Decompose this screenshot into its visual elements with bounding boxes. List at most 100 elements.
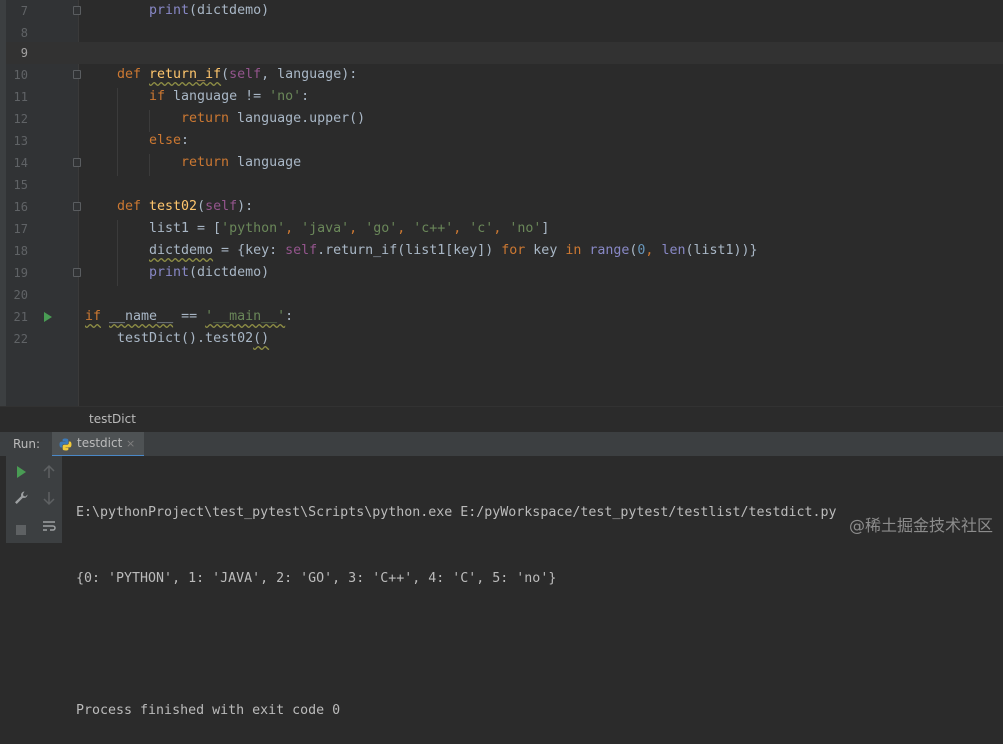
code-line-11[interactable]: 11 if language != 'no': [0,86,1003,108]
fold-end-icon[interactable] [73,6,81,15]
line-number: 16 [13,200,28,214]
comma: , [645,243,662,258]
line-number: 17 [13,222,28,236]
line-number: 9 [20,46,28,60]
function-name: test02 [149,199,198,214]
keyword: return [181,111,238,126]
code-line-18[interactable]: 18 dictdemo = {key: self.return_if(list1… [0,240,1003,262]
code-text: ): [237,199,254,214]
line-number: 18 [13,244,28,258]
dunder-name: __name__ [109,309,174,324]
watermark: @稀土掘金技术社区 [848,516,993,535]
close-icon[interactable]: × [126,432,135,455]
comma: , [285,221,302,236]
run-toolbar [6,456,62,543]
print-builtin: print [149,3,190,18]
string-literal: 'c++' [413,221,454,236]
code-text: (dictdemo) [189,3,270,18]
code-text: testDict().test02 [117,331,254,346]
code-line-21[interactable]: 21 if __name__ == '__main__': [0,306,1003,328]
line-number: 15 [13,178,28,192]
console-line-exit: Process finished with exit code 0 [76,703,341,718]
string-literal: 'python' [221,221,286,236]
code-editor[interactable]: 7 print(dictdemo) 8 9 10 def return_if(s… [0,0,1003,406]
keyword: return [181,155,238,170]
code-line-8[interactable]: 8 [0,22,1003,44]
breadcrumb-item[interactable]: testDict [89,407,136,432]
comma: , [397,221,414,236]
run-tab-label: testdict [77,436,123,450]
fold-icon[interactable] [73,202,81,211]
keyword: if [85,309,102,324]
code-text: = {key: [213,243,286,258]
run-panel-header: Run: testdict × [0,431,1003,457]
breadcrumb[interactable]: testDict [0,406,1003,432]
line-number: 20 [13,288,28,302]
code-line-17[interactable]: 17 list1 = ['python', 'java', 'go', 'c++… [0,218,1003,240]
builtin: range [589,243,630,258]
down-arrow-icon[interactable] [39,488,59,508]
code-line-15[interactable]: 15 [0,174,1003,196]
print-builtin: print [149,265,190,280]
code-line-19[interactable]: 19 print(dictdemo) [0,262,1003,284]
run-label: Run: [13,437,41,451]
builtin: len [661,243,686,258]
fold-end-icon[interactable] [73,158,81,167]
code-line-13[interactable]: 13 else: [0,130,1003,152]
self-keyword: self [285,243,318,258]
stop-icon[interactable] [11,520,31,540]
code-line-16[interactable]: 16 def test02(self): [0,196,1003,218]
code-text: language [237,155,302,170]
self-param: self [229,67,262,82]
console-line-command: E:\pythonProject\test_pytest\Scripts\pyt… [76,505,837,520]
soft-wrap-icon[interactable] [39,516,59,536]
console-line-output: {0: 'PYTHON', 1: 'JAVA', 2: 'GO', 3: 'C+… [76,571,557,586]
line-number: 7 [20,4,28,18]
code-text: language != [173,89,270,104]
keyword: def [117,67,150,82]
fold-end-icon[interactable] [73,268,81,277]
keyword: else [149,133,182,148]
code-line-7[interactable]: 7 print(dictdemo) [0,0,1003,22]
string-literal: 'no' [269,89,302,104]
string-literal: '__main__' [205,309,286,324]
run-tab-testdict[interactable]: testdict × [52,432,144,457]
line-number: 14 [13,156,28,170]
string-literal: 'go' [365,221,398,236]
string-literal: 'c' [469,221,494,236]
code-line-10[interactable]: 10 def return_if(self, language): [0,64,1003,86]
fold-icon[interactable] [73,70,81,79]
run-icon[interactable] [11,462,31,482]
code-line-12[interactable]: 12 return language.upper() [0,108,1003,130]
paren: ( [221,67,230,82]
console-output[interactable]: E:\pythonProject\test_pytest\Scripts\pyt… [76,458,837,744]
line-number: 19 [13,266,28,280]
wrench-icon[interactable] [11,488,31,508]
self-param: self [205,199,238,214]
code-text: : [301,89,310,104]
keyword: for [501,243,526,258]
run-gutter-icon[interactable] [44,312,52,322]
code-text: (list1))} [685,243,758,258]
line-number: 12 [13,112,28,126]
code-line-14[interactable]: 14 return language [0,152,1003,174]
comma: , [493,221,510,236]
up-arrow-icon[interactable] [39,462,59,482]
code-line-20[interactable]: 20 [0,284,1003,306]
string-literal: 'no' [509,221,542,236]
code-text: () [253,331,270,346]
keyword: in [565,243,582,258]
code-text: .return_if(list1[key]) [317,243,502,258]
code-text: language.upper() [237,111,366,126]
code-line-9-current[interactable]: 9 [0,42,1003,64]
paren: ( [197,199,206,214]
code-text: == [173,309,206,324]
line-number: 10 [13,68,28,82]
comma: , [349,221,366,236]
code-text: : [181,133,190,148]
code-text: , language): [261,67,358,82]
python-icon [59,438,72,451]
comma: , [453,221,470,236]
code-line-22[interactable]: 22 testDict().test02() [0,328,1003,350]
